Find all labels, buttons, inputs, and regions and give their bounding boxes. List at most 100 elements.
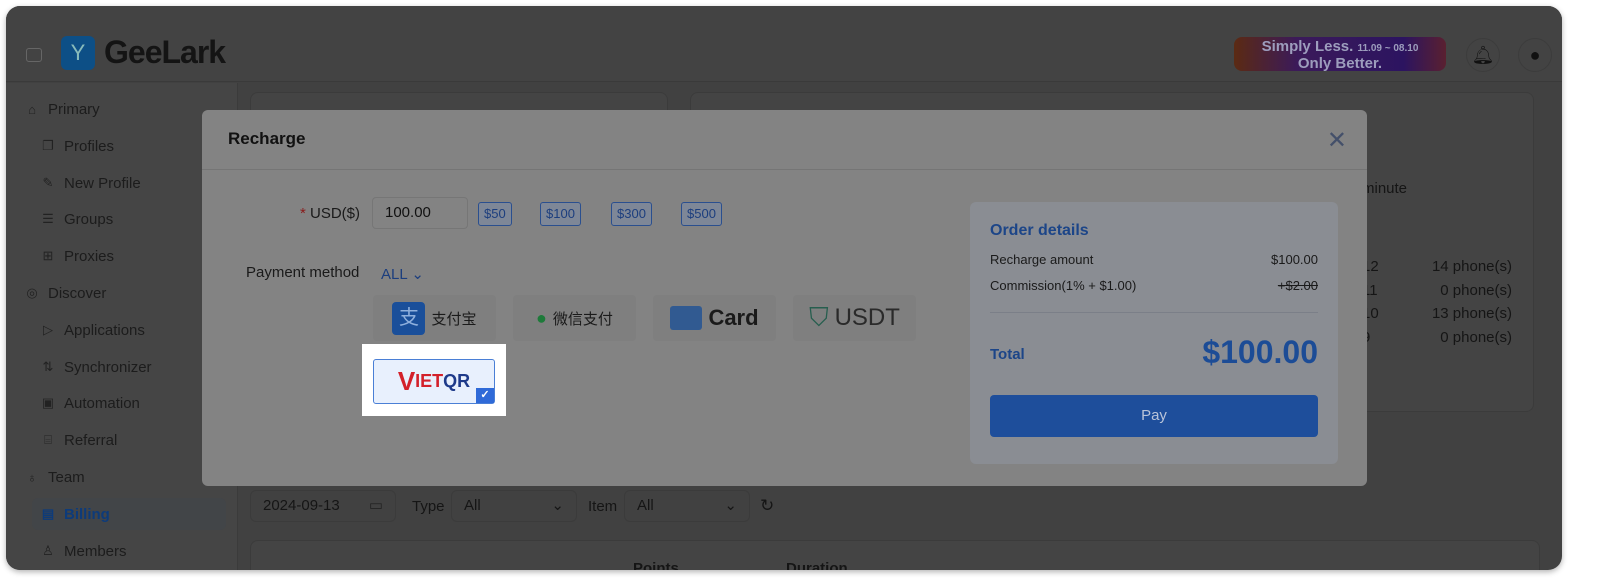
sidebar-item-team[interactable]: ♁ Team: [24, 461, 85, 493]
user-icon[interactable]: ●: [1518, 38, 1552, 72]
payment-usdt[interactable]: ⛉ USDT: [793, 295, 916, 341]
row-value: 0 phone(s): [1440, 282, 1512, 299]
amount-input[interactable]: 100.00: [372, 197, 468, 229]
usd-label: USD($): [310, 205, 361, 222]
item-label: Item: [588, 498, 618, 515]
sidebar-item-billing[interactable]: ▤ Billing: [32, 498, 226, 530]
type-select[interactable]: All ⌄: [451, 490, 577, 522]
pay-button[interactable]: Pay: [990, 395, 1318, 437]
app-header: Y GeeLark Simply Less. 11.09 ~ 08.10 Only…: [6, 6, 1562, 82]
team-icon: ♁: [27, 469, 37, 485]
filter-value: ALL: [381, 266, 408, 283]
label: Applications: [64, 321, 145, 339]
column-header-points: Points: [633, 560, 679, 570]
sidebar-item-new-profile[interactable]: ✎ New Profile: [40, 167, 141, 199]
payment-wechat[interactable]: ● 微信支付: [513, 295, 636, 341]
quick-amount-50[interactable]: $50: [478, 202, 512, 226]
label: Discover: [48, 284, 107, 302]
card-icon: [670, 306, 703, 330]
order-title: Order details: [990, 222, 1089, 239]
highlight-box: V IETQR ✓: [362, 344, 506, 416]
label: Members: [64, 542, 127, 560]
calendar-icon: ▭: [368, 497, 383, 514]
apps-icon: ▷: [43, 322, 53, 337]
sidebar-item-proxies[interactable]: ⊞ Proxies: [40, 240, 114, 272]
sidebar-item-groups[interactable]: ☰ Groups: [40, 203, 113, 235]
commission-value: +$2.00: [1277, 278, 1318, 293]
type-label: Type: [412, 498, 445, 515]
list-icon: ☰: [42, 211, 54, 226]
bell-icon[interactable]: 🔔︎: [1466, 38, 1500, 72]
modal-title: Recharge: [202, 110, 1367, 170]
sidebar-item-discover[interactable]: ◎ Discover: [24, 277, 106, 309]
sidebar-item-synchronizer[interactable]: ⇅ Synchronizer: [40, 351, 152, 383]
label: Groups: [64, 210, 114, 228]
brand-name: GeeLark: [104, 34, 226, 70]
app-window: Y GeeLark Simply Less. 11.09 ~ 08.10 Only…: [6, 6, 1562, 570]
label: Proxies: [64, 247, 115, 265]
chevron-down-icon: ⌄: [551, 497, 564, 514]
vietqr-text: IETQR: [415, 371, 471, 391]
recharge-amount-value: $100.00: [1271, 252, 1318, 267]
date-value: 2024-09-13: [263, 497, 340, 514]
payment-card[interactable]: Card: [653, 295, 776, 341]
item-value: All: [637, 497, 654, 514]
promo-banner[interactable]: Simply Less. 11.09 ~ 08.10 Only Better.: [1234, 37, 1446, 71]
banner-line1: Simply Less.: [1261, 38, 1354, 55]
chevron-down-icon: ⌄: [724, 497, 737, 514]
label: New Profile: [64, 174, 141, 192]
quick-amount-100[interactable]: $100: [540, 202, 581, 226]
edit-icon: ✎: [42, 175, 54, 190]
network-icon: ⊞: [42, 248, 54, 263]
sidebar-toggle-icon[interactable]: [26, 48, 42, 62]
quick-amount-500[interactable]: $500: [681, 202, 722, 226]
profiles-icon: ❐: [42, 138, 54, 153]
banner-line2: Only Better.: [1297, 55, 1383, 72]
quick-amount-300[interactable]: $300: [611, 202, 652, 226]
recharge-modal: Recharge ✕ * USD($) 100.00 $50 $100 $300…: [202, 110, 1367, 486]
total-value: $100.00: [1202, 334, 1318, 370]
payment-method-label: Payment method: [246, 264, 360, 281]
row-value: 0 phone(s): [1440, 329, 1512, 346]
type-value: All: [464, 497, 481, 514]
total-label: Total: [990, 346, 1025, 363]
wechat-icon: ●: [536, 307, 547, 328]
gift-icon: ⌸: [44, 432, 52, 447]
recharge-amount-label: Recharge amount: [990, 252, 1094, 267]
payment-alipay[interactable]: 支支付宝: [373, 295, 496, 341]
label: Synchronizer: [64, 358, 152, 376]
label: Team: [48, 468, 85, 486]
minute-text: minute: [1362, 180, 1408, 197]
label: Primary: [48, 100, 100, 118]
item-select[interactable]: All ⌄: [624, 490, 750, 522]
wallet-icon: ▤: [41, 506, 55, 521]
label: Billing: [64, 505, 110, 523]
sidebar-item-applications[interactable]: ▷ Applications: [40, 314, 145, 346]
label: Referral: [64, 431, 118, 449]
close-icon[interactable]: ✕: [1327, 126, 1347, 155]
member-icon: ♙: [42, 543, 54, 558]
geelark-logo-icon: Y: [61, 36, 95, 70]
selected-check-icon: ✓: [476, 388, 494, 403]
vietqr-logo: V: [397, 366, 416, 396]
column-header-duration: Duration: [786, 560, 848, 570]
sync-icon: ⇅: [42, 359, 54, 374]
sidebar-item-automation[interactable]: ▣ Automation: [40, 387, 140, 419]
sidebar-item-members[interactable]: ♙ Members: [40, 535, 127, 567]
row-value: 14 phone(s): [1431, 258, 1512, 275]
payment-vietqr[interactable]: V IETQR ✓: [373, 359, 495, 404]
sidebar-item-primary[interactable]: ⌂ Primary: [24, 93, 100, 125]
refresh-icon[interactable]: ↻: [760, 496, 774, 516]
label: Automation: [64, 394, 140, 412]
method-label: 支付宝: [431, 310, 477, 328]
method-label: USDT: [834, 304, 900, 331]
date-picker[interactable]: 2024-09-13 ▭: [250, 490, 396, 522]
tether-icon: ⛉: [809, 302, 829, 332]
sidebar-item-profiles[interactable]: ❐ Profiles: [40, 130, 114, 162]
robot-icon: ▣: [41, 395, 55, 410]
payment-filter-dropdown[interactable]: ALL ⌄: [381, 265, 424, 283]
required-mark: *: [300, 205, 311, 222]
discover-icon: ◎: [26, 285, 38, 300]
records-table: [250, 540, 1540, 570]
sidebar-item-referral[interactable]: ⌸ Referral: [40, 424, 117, 456]
